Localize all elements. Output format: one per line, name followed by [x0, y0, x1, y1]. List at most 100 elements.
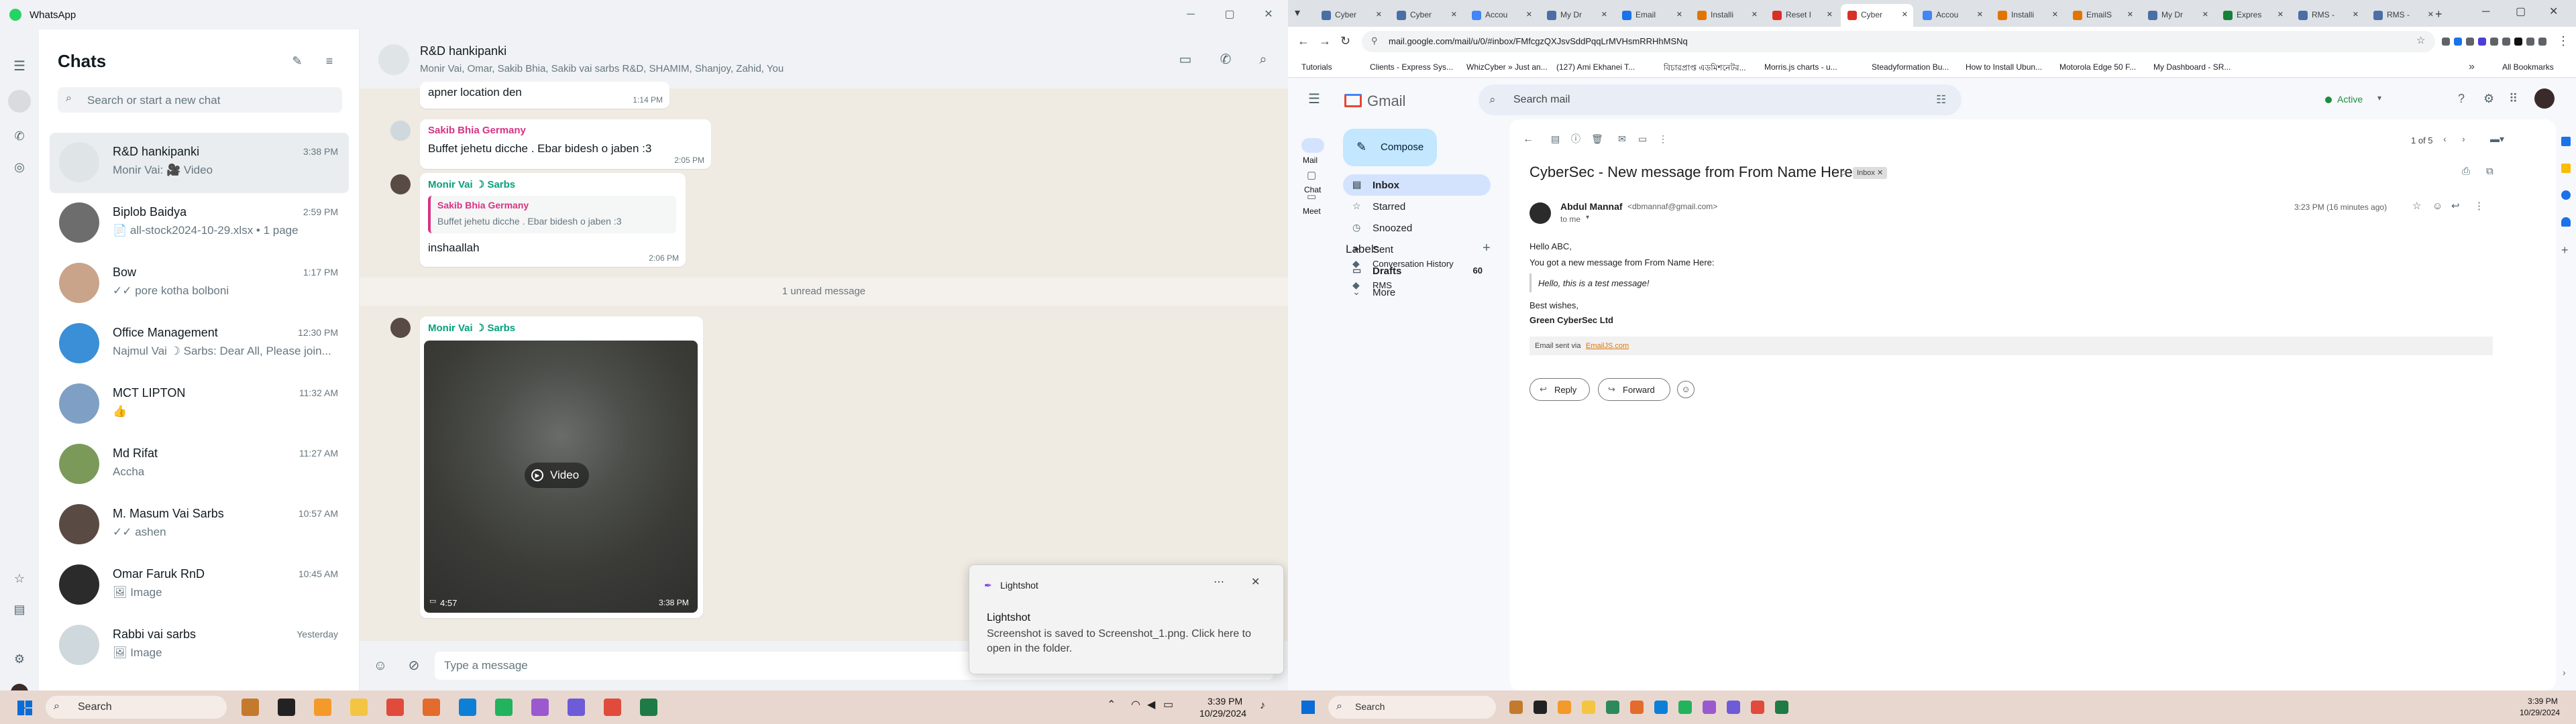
video-message-bubble[interactable]: Monir Vai ☽ Sarbs ▶ Video ▭ 4:57 3:38 PM — [420, 316, 703, 618]
delete-icon[interactable]: 🗑 — [1591, 134, 1603, 143]
minimize-button[interactable]: ─ — [2482, 7, 2489, 17]
report-spam-icon[interactable]: ⓘ — [1571, 134, 1580, 143]
bookmark-item[interactable]: Tutorials — [1301, 62, 1332, 72]
browser-tab[interactable]: Accou ✕ — [1465, 4, 1538, 27]
chat-rail-icon[interactable]: ▢ — [1307, 170, 1316, 180]
rail-mail-label[interactable]: Mail — [1303, 156, 1318, 165]
bookmark-star-icon[interactable]: ☆ — [2416, 36, 2425, 46]
more-actions-icon[interactable]: ⋮ — [1658, 134, 1668, 143]
tab-close-icon[interactable]: ✕ — [1376, 10, 1382, 19]
taskbar-search-box[interactable]: ⌕ Search — [46, 696, 227, 719]
taskbar-app-icon[interactable] — [1775, 701, 1788, 714]
chat-avatar[interactable] — [59, 202, 99, 243]
toast-close-icon[interactable]: ✕ — [1251, 577, 1260, 588]
search-messages-icon[interactable]: ⌕ — [1253, 50, 1273, 70]
chat-avatar[interactable] — [59, 564, 99, 605]
chats-icon[interactable] — [8, 90, 31, 113]
chat-list-item[interactable]: R&D hankipanki 3:38 PM Monir Vai: 🎥 Video — [50, 133, 349, 193]
add-label-icon[interactable]: + — [1483, 241, 1491, 255]
chat-avatar[interactable] — [59, 625, 99, 665]
browser-tab[interactable]: My Dr ✕ — [2141, 4, 2214, 27]
conversation-header[interactable]: R&D hankipanki Monir Vai, Omar, Sakib Bh… — [360, 29, 1288, 88]
tab-close-icon[interactable]: ✕ — [1526, 10, 1532, 19]
tab-close-icon[interactable]: ✕ — [2127, 10, 2133, 19]
bookmark-item[interactable]: Motorola Edge 50 F... — [2059, 62, 2136, 72]
taskbar-app-icon[interactable] — [350, 699, 368, 716]
site-info-icon[interactable]: ⚲ — [1371, 36, 1378, 45]
settings-icon[interactable]: ⚙ — [2483, 93, 2494, 105]
gmail-logo-text[interactable]: Gmail — [1367, 93, 1405, 110]
chat-avatar[interactable] — [59, 263, 99, 303]
emoji-react-icon[interactable]: ☺ — [2432, 201, 2443, 211]
chat-avatar[interactable] — [59, 504, 99, 544]
back-icon[interactable]: ← — [1297, 35, 1309, 47]
browser-tab[interactable]: Reset I ✕ — [1766, 4, 1838, 27]
tab-close-icon[interactable]: ✕ — [1827, 10, 1833, 19]
recipient-text[interactable]: to me — [1560, 215, 1580, 224]
footer-link[interactable]: EmailJS.com — [1586, 342, 1629, 350]
chat-list-item[interactable]: Bow 1:17 PM ✓✓ pore kotha bolboni — [50, 253, 349, 314]
gmail-logo-icon[interactable] — [1344, 94, 1362, 107]
tab-close-icon[interactable]: ✕ — [2277, 10, 2284, 19]
tab-close-icon[interactable]: ✕ — [2428, 10, 2434, 19]
nav-item[interactable]: ◷ Snoozed — [1343, 217, 1491, 239]
taskbar-app-icon[interactable] — [1606, 701, 1619, 714]
quoted-message[interactable]: Sakib Bhia Germany Buffet jehetu dicche … — [428, 196, 676, 233]
video-thumbnail[interactable]: ▶ Video ▭ 4:57 3:38 PM — [424, 341, 698, 613]
new-tab-button[interactable]: + — [2435, 8, 2443, 20]
chat-avatar[interactable] — [59, 444, 99, 484]
starred-icon[interactable]: ☆ — [11, 570, 28, 587]
browser-tab[interactable]: RMS - ✕ — [2367, 4, 2439, 27]
bookmark-item[interactable]: বিচারপ্রাপ্ত এডমিশনেটর... — [1664, 62, 1746, 76]
tab-close-icon[interactable]: ✕ — [1902, 10, 1908, 19]
taskbar-app-icon[interactable] — [495, 699, 513, 716]
filter-icon[interactable]: ≡ — [321, 52, 338, 70]
taskbar-app-icon[interactable] — [1703, 701, 1716, 714]
clock-date[interactable]: 10/29/2024 — [1199, 708, 1246, 719]
profile-avatar[interactable] — [11, 684, 28, 690]
chat-list-item[interactable]: Md Rifat 11:27 AM Accha — [50, 434, 349, 495]
chrome-menu-icon[interactable]: ⋮ — [2557, 35, 2569, 47]
clock-time[interactable]: 3:39 PM — [2528, 697, 2558, 706]
calls-icon[interactable]: ✆ — [11, 127, 28, 145]
browser-tab[interactable]: My Dr ✕ — [1540, 4, 1613, 27]
windows-start-icon[interactable] — [1301, 701, 1315, 714]
message-more-icon[interactable]: ⋮ — [2474, 201, 2484, 211]
sender-avatar[interactable] — [390, 121, 411, 141]
keep-icon[interactable] — [2561, 164, 2571, 173]
search-options-icon[interactable]: ☷ — [1936, 94, 1946, 105]
toast-more-icon[interactable]: ⋯ — [1214, 577, 1224, 588]
reply-icon[interactable]: ↩ — [2451, 201, 2460, 211]
taskbar-app-icon[interactable] — [1727, 701, 1740, 714]
help-icon[interactable]: ? — [2458, 93, 2465, 105]
tasks-icon[interactable] — [2561, 190, 2571, 200]
chat-avatar[interactable] — [59, 383, 99, 424]
browser-tab[interactable]: Installi ✕ — [1991, 4, 2063, 27]
attach-icon[interactable]: ⊘ — [405, 657, 423, 674]
video-call-icon[interactable]: ▭ — [1175, 50, 1195, 70]
chat-avatar[interactable] — [59, 323, 99, 363]
taskbar-app-icon[interactable] — [1509, 701, 1523, 714]
new-chat-icon[interactable]: ✎ — [288, 52, 306, 70]
message-bubble[interactable]: Sakib Bhia Germany Buffet jehetu dicche … — [420, 119, 711, 169]
bookmark-item[interactable]: Steadyformation Bu... — [1872, 62, 1949, 72]
taskbar-app-icon[interactable] — [1630, 701, 1644, 714]
taskbar-app-icon[interactable] — [531, 699, 549, 716]
apps-grid-icon[interactable]: ⠿ — [2509, 93, 2518, 105]
lightshot-notification[interactable]: ✒ Lightshot ⋯ ✕ Lightshot Screenshot is … — [969, 564, 1284, 674]
voice-call-icon[interactable]: ✆ — [1216, 50, 1236, 70]
taskbar-search-box[interactable]: ⌕ Search — [1328, 696, 1496, 719]
extension-icon[interactable] — [2454, 38, 2462, 46]
taskbar-app-icon[interactable] — [604, 699, 621, 716]
inbox-tag[interactable]: Inbox ✕ — [1853, 167, 1888, 179]
search-icon[interactable]: ⌕ — [1489, 94, 1496, 105]
taskbar-app-icon[interactable] — [1751, 701, 1764, 714]
bookmark-item[interactable]: WhizCyber » Just an... — [1466, 62, 1548, 72]
taskbar-app-icon[interactable] — [640, 699, 657, 716]
play-video-button[interactable]: ▶ Video — [525, 463, 589, 488]
nav-item[interactable]: ▤ Inbox — [1343, 174, 1491, 196]
tab-close-icon[interactable]: ✕ — [1977, 10, 1983, 19]
chat-list-item[interactable]: M. Masum Vai Sarbs 10:57 AM ✓✓ ashen — [50, 495, 349, 555]
chat-list-item[interactable]: Office Management 12:30 PM Najmul Vai ☽ Sa… — [50, 314, 349, 374]
compose-button[interactable]: ✎ Compose — [1343, 129, 1437, 166]
